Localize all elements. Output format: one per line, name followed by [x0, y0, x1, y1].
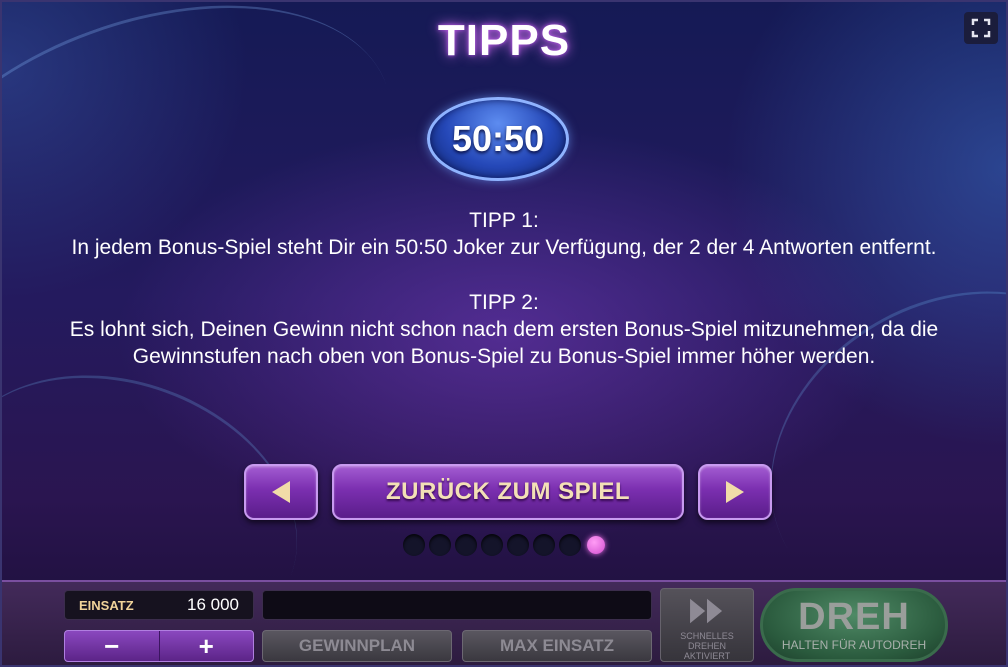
max-bet-button[interactable]: MAX EINSATZ — [462, 630, 652, 662]
spin-button[interactable]: DREH HALTEN FÜR AUTODREH — [760, 588, 948, 662]
page-dot[interactable] — [455, 534, 477, 556]
fullscreen-button[interactable] — [964, 12, 998, 44]
tip-1-heading: TIPP 1: — [469, 209, 539, 232]
page-dot[interactable] — [429, 534, 451, 556]
page-dot[interactable] — [533, 534, 555, 556]
fast-spin-button[interactable]: SCHNELLES DREHEN AKTIVIERT — [660, 588, 754, 662]
bet-stepper: − + — [64, 630, 254, 662]
bet-value: 16 000 — [187, 595, 239, 614]
tip-2: TIPP 2: Es lohnt sich, Deinen Gewinn nic… — [22, 289, 986, 370]
spin-label: DREH — [798, 596, 910, 638]
tips-text-block: TIPP 1: In jedem Bonus-Spiel steht Dir e… — [22, 207, 986, 398]
control-bar: EINSATZ 16 000 − + GEWINNPLAN MAX EINSAT… — [2, 580, 1006, 665]
fullscreen-icon — [971, 18, 991, 38]
page-dot[interactable] — [507, 534, 529, 556]
spin-sub-label: HALTEN FÜR AUTODREH — [781, 638, 927, 652]
page-dot-active[interactable] — [587, 536, 605, 554]
arrow-right-icon — [726, 481, 744, 503]
bet-label: EINSATZ — [79, 597, 134, 613]
page-dot[interactable] — [481, 534, 503, 556]
decrease-bet-button[interactable]: − — [65, 631, 159, 661]
game-screen: TIPPS 50:50 TIPP 1: In jedem Bonus-Spiel… — [0, 0, 1008, 667]
page-dot[interactable] — [403, 534, 425, 556]
fast-forward-icon — [690, 598, 723, 624]
arrow-left-icon — [272, 481, 290, 503]
paytable-button[interactable]: GEWINNPLAN — [262, 630, 452, 662]
bet-display: EINSATZ 16 000 — [64, 590, 254, 620]
increase-bet-button[interactable]: + — [160, 631, 254, 661]
page-title: TIPPS — [437, 16, 571, 65]
fast-spin-label-line1: SCHNELLES DREHEN — [680, 631, 734, 651]
page-dot[interactable] — [559, 534, 581, 556]
fast-spin-label-line2: AKTIVIERT — [683, 651, 731, 661]
tip-2-text: Es lohnt sich, Deinen Gewinn nicht schon… — [69, 318, 939, 368]
fifty-fifty-logo: 50:50 — [427, 97, 569, 181]
next-page-button[interactable] — [698, 464, 772, 520]
back-to-game-button[interactable]: ZURÜCK ZUM SPIEL — [332, 464, 684, 520]
tip-1: TIPP 1: In jedem Bonus-Spiel steht Dir e… — [22, 207, 986, 261]
page-indicator — [403, 534, 607, 556]
message-display — [262, 590, 652, 620]
previous-page-button[interactable] — [244, 464, 318, 520]
tip-2-heading: TIPP 2: — [469, 291, 539, 314]
tip-1-text: In jedem Bonus-Spiel steht Dir ein 50:50… — [71, 236, 937, 259]
